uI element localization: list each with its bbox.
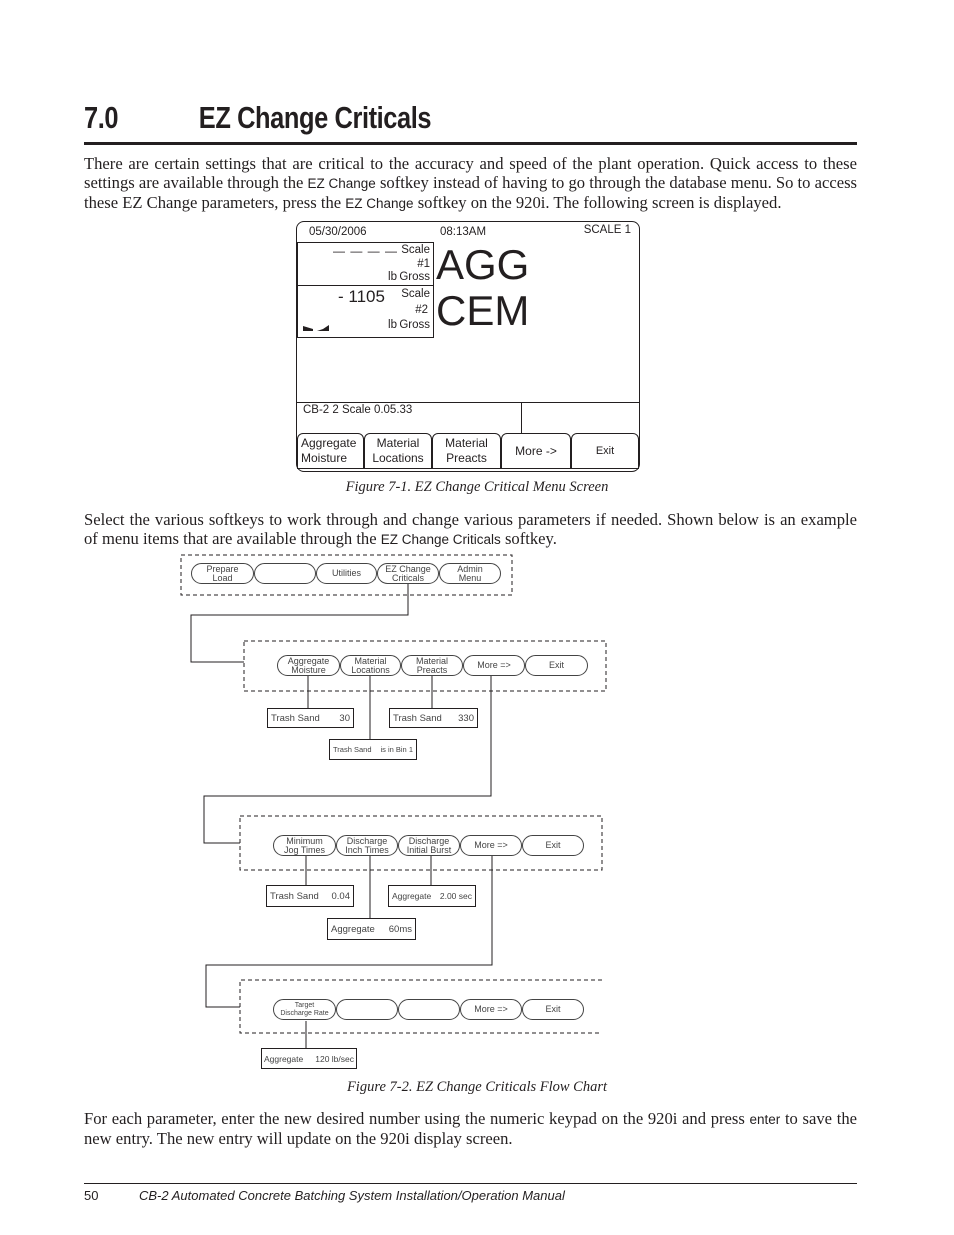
pill-material-preacts: Material Preacts bbox=[401, 655, 463, 676]
closing-paragraph: For each parameter, enter the new desire… bbox=[84, 1109, 857, 1148]
manual-page: 7.0 EZ Change Criticals There are certain… bbox=[0, 0, 954, 1235]
pill-target-discharge-rate: Target Discharge Rate bbox=[273, 999, 336, 1020]
pill-exit: Exit bbox=[525, 655, 588, 676]
value-number: 2.00 sec bbox=[439, 891, 472, 901]
pill-label: Load bbox=[212, 572, 233, 583]
pill-discharge-initial-burst: Discharge Initial Burst bbox=[398, 835, 460, 856]
value-label: Trash Sand bbox=[271, 712, 320, 724]
value-box: Trash Sand 30 bbox=[267, 708, 354, 728]
value-number: is in Bin 1 bbox=[380, 745, 413, 754]
value-box: Trash Sand 0.04 bbox=[266, 885, 354, 907]
pill-prepare-load: Prepare Load bbox=[191, 563, 254, 584]
pill-more: More => bbox=[460, 999, 522, 1020]
figure-caption: Figure 7-2. EZ Change Criticals Flow Cha… bbox=[346, 1079, 608, 1095]
value-box: Trash Sand 330 bbox=[389, 708, 478, 728]
value-number: 330 bbox=[458, 712, 474, 724]
pill-label: Preacts bbox=[416, 664, 448, 675]
value-box: Trash Sand is in Bin 1 bbox=[329, 739, 417, 760]
pill-label: Exit bbox=[545, 840, 561, 850]
pill-label: Utilities bbox=[331, 568, 361, 578]
footer-title: CB-2 Automated Concrete Batching System … bbox=[139, 1188, 565, 1203]
pill-more: More => bbox=[463, 655, 525, 676]
key-name: enter bbox=[749, 1112, 781, 1127]
pill-admin-menu: Admin Menu bbox=[439, 563, 501, 584]
pill-label: Inch Times bbox=[345, 844, 389, 855]
pill-blank bbox=[398, 999, 460, 1020]
pill-blank bbox=[336, 999, 398, 1020]
pill-more: More => bbox=[460, 835, 522, 856]
value-label: Trash Sand bbox=[333, 745, 372, 754]
pill-exit: Exit bbox=[522, 999, 584, 1020]
pill-label: Exit bbox=[548, 660, 564, 670]
pill-label: Jog Times bbox=[283, 844, 325, 855]
pill-label: Discharge Rate bbox=[280, 1009, 329, 1017]
pill-exit: Exit bbox=[522, 835, 584, 856]
value-number: 60ms bbox=[388, 923, 412, 935]
pill-label: Initial Burst bbox=[406, 844, 452, 855]
pill-discharge-inch-times: Discharge Inch Times bbox=[336, 835, 398, 856]
pill-label: Locations bbox=[351, 664, 390, 675]
value-number: 30 bbox=[339, 712, 350, 724]
connector bbox=[190, 584, 409, 663]
pill-label: Menu bbox=[458, 572, 482, 583]
pill-label: Moisture bbox=[291, 664, 326, 675]
value-label: Aggregate bbox=[331, 923, 375, 935]
closing-text: For each parameter, enter the new desire… bbox=[84, 1109, 750, 1128]
pill-aggregate-moisture: Aggregate Moisture bbox=[277, 655, 340, 676]
pill-label: More => bbox=[477, 660, 511, 670]
pill-minimum-jog-times: Minimum Jog Times bbox=[273, 835, 336, 856]
pill-label: Exit bbox=[545, 1004, 561, 1014]
value-label: Trash Sand bbox=[270, 890, 319, 902]
pill-label: More => bbox=[474, 1004, 508, 1014]
flowchart-lines bbox=[180, 554, 607, 1048]
pill-label: Criticals bbox=[391, 572, 424, 583]
pill-ez-change-criticals: EZ Change Criticals bbox=[377, 563, 439, 584]
value-box: Aggregate 60ms bbox=[327, 918, 416, 940]
value-label: Aggregate bbox=[392, 891, 432, 901]
pill-utilities: Utilities bbox=[316, 563, 377, 584]
value-box: Aggregate 2.00 sec bbox=[388, 885, 476, 907]
value-label: Aggregate bbox=[264, 1053, 304, 1064]
value-number: 0.04 bbox=[331, 890, 351, 902]
pill-material-locations: Material Locations bbox=[340, 655, 401, 676]
footer-rule bbox=[84, 1183, 857, 1184]
value-box: Aggregate 120 lb/sec bbox=[261, 1048, 357, 1069]
pill-blank bbox=[254, 563, 316, 584]
value-number: 120 lb/sec bbox=[315, 1053, 354, 1064]
pill-label: More => bbox=[474, 840, 508, 850]
value-label: Trash Sand bbox=[393, 712, 442, 724]
pill-label: Target bbox=[294, 1001, 315, 1009]
page-number: 50 bbox=[84, 1188, 99, 1203]
